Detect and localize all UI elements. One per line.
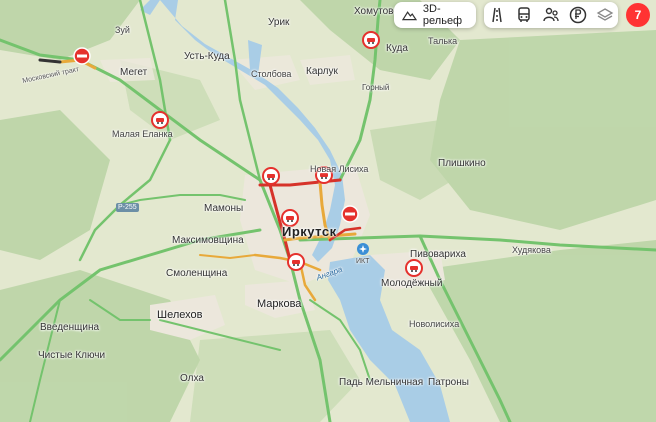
map-tools-group xyxy=(484,2,618,28)
place-chistye-klyuchi: Чистые Ключи xyxy=(38,350,106,361)
people-icon xyxy=(543,7,559,22)
place-smolenshchina: Смоленщина xyxy=(166,268,228,279)
ruble-icon xyxy=(569,6,587,24)
place-plishkino: Плишкино xyxy=(438,158,486,169)
notification-badge[interactable]: 7 xyxy=(626,3,650,27)
place-urik: Урик xyxy=(268,17,290,28)
layers-button[interactable] xyxy=(593,3,617,27)
place-novaya-lisikha: Новая Лисиха xyxy=(310,164,369,174)
place-olkha: Олха xyxy=(180,373,204,384)
place-stolbova: Столбова xyxy=(251,69,292,79)
relief-3d-button[interactable]: 3D-рельеф xyxy=(394,2,476,28)
accident-marker[interactable] xyxy=(287,253,305,271)
relief-label: 3D-рельеф xyxy=(422,3,463,27)
place-khudyakova: Худякова xyxy=(512,245,551,255)
place-karluk: Карлук xyxy=(306,66,338,77)
accident-marker[interactable] xyxy=(262,167,280,185)
place-gorny: Горный xyxy=(362,83,390,92)
place-meget: Мегет xyxy=(120,67,148,78)
place-ust-kuda: Усть-Куда xyxy=(184,51,230,62)
place-shelekhov: Шелехов xyxy=(157,309,203,321)
place-mamony: Мамоны xyxy=(204,203,244,214)
place-molodezhny: Молодёжный xyxy=(381,278,443,289)
relief-icon xyxy=(402,11,417,21)
place-pad-melnichnaya: Падь Мельничная xyxy=(339,377,424,388)
place-vvedenshchina: Введенщина xyxy=(40,322,100,333)
place-patrony: Патроны xyxy=(428,377,469,388)
place-talka: Талька xyxy=(428,36,458,46)
layers-icon xyxy=(596,8,613,21)
place-kuda: Куда xyxy=(386,43,408,54)
transit-icon xyxy=(518,7,530,22)
roadblock-marker[interactable] xyxy=(341,205,359,223)
accident-marker[interactable] xyxy=(151,111,169,129)
route-shield-r255: Р-255 xyxy=(116,203,139,212)
traffic-icon xyxy=(492,7,503,23)
place-novolisikha: Новолисиха xyxy=(409,319,460,329)
ruble-button[interactable] xyxy=(566,3,590,27)
place-markova: Маркова xyxy=(257,298,302,310)
traffic-button[interactable] xyxy=(485,3,509,27)
place-zuy: Зуй xyxy=(115,25,130,35)
airport-icon[interactable] xyxy=(357,243,369,255)
accident-marker[interactable] xyxy=(362,31,380,49)
place-malaya-elanka: Малая Еланка xyxy=(112,129,173,139)
airport-label: ИКТ xyxy=(356,258,370,265)
place-maksimovshchina: Максимовщина xyxy=(172,235,244,246)
place-khomutovo: Хомутово xyxy=(354,6,399,17)
place-irkutsk: Иркутск xyxy=(282,224,337,239)
place-pivovarikha: Пивовариха xyxy=(410,249,466,260)
roadblock-marker[interactable] xyxy=(73,47,91,65)
accident-marker[interactable] xyxy=(405,259,423,277)
people-button[interactable] xyxy=(539,3,563,27)
transit-button[interactable] xyxy=(512,3,536,27)
